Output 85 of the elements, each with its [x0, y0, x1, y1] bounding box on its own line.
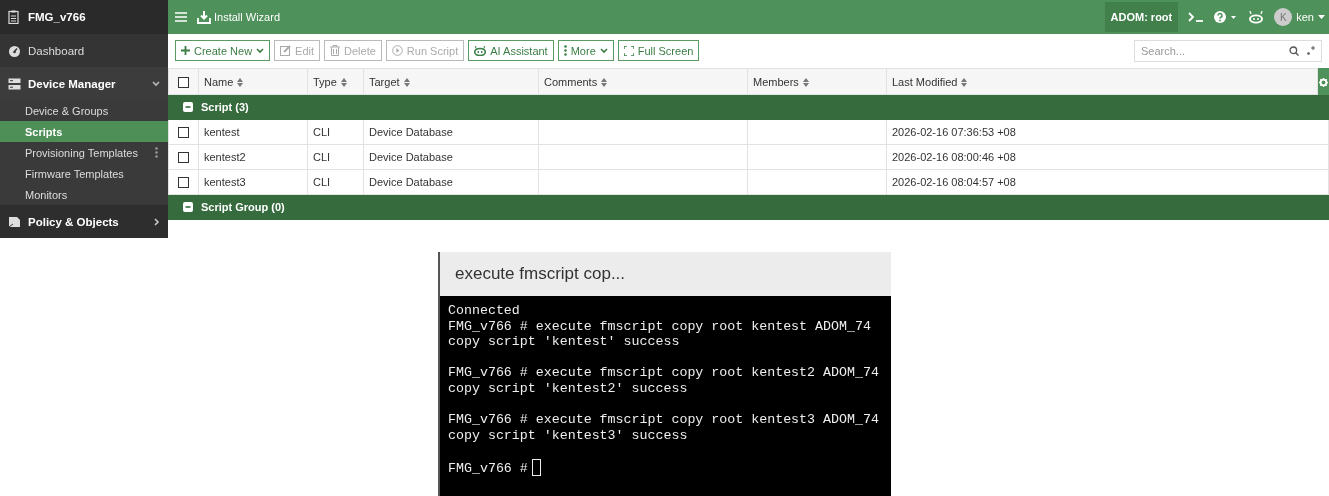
table-cell: Device Database	[369, 151, 453, 163]
nav-subitem[interactable]: Scripts	[0, 121, 168, 142]
sort-icon	[340, 78, 347, 88]
checkbox[interactable]	[178, 127, 189, 139]
table-cell: Device Database	[369, 176, 453, 188]
collapse-icon[interactable]	[183, 101, 193, 112]
column-header[interactable]: Comments	[538, 68, 748, 95]
column-header[interactable]: Members	[747, 68, 887, 95]
nav-label: Dashboard	[28, 44, 85, 57]
terminal-prompt: FMG_v766 #	[448, 460, 528, 476]
terminal-line: FMG_v766 # execute fmscript copy root kentest3 ADOM_74	[448, 412, 880, 428]
nav-subitem[interactable]: Provisioning Templates	[0, 142, 168, 163]
robot-icon	[474, 45, 487, 56]
toolbar-button[interactable]: AI Assistant	[468, 40, 554, 61]
install-wizard-button[interactable]: Install Wizard	[197, 10, 281, 24]
help-icon[interactable]	[1214, 11, 1239, 23]
server-icon	[8, 77, 21, 90]
search-field[interactable]: Search...	[1134, 39, 1322, 62]
document-icon	[8, 215, 21, 228]
terminal-line: FMG_v766 # execute fmscript copy root kentest ADOM_74	[448, 318, 872, 335]
nav-subitem[interactable]: Firmware Templates	[0, 163, 168, 184]
sort-icon	[403, 78, 410, 88]
table-cell: kentest	[204, 126, 240, 138]
download-icon	[197, 10, 211, 24]
sort-icon	[601, 78, 608, 88]
nav-item[interactable]: Device Manager	[0, 67, 168, 100]
terminal-line: copy script 'kentest2' success	[448, 380, 689, 397]
play-circle-icon	[391, 45, 403, 56]
kebab-icon	[155, 147, 158, 158]
avatar: K	[1274, 8, 1293, 26]
menu-icon	[175, 12, 187, 22]
checkbox[interactable]	[178, 152, 189, 164]
sparkle-icon	[1307, 45, 1315, 56]
window-title: execute fmscript cop...	[440, 252, 891, 296]
robot-icon	[1248, 10, 1265, 24]
column-header[interactable]: Last Modified	[886, 68, 1318, 95]
terminal-icon	[1188, 12, 1205, 22]
nav-label: Policy & Objects	[28, 215, 119, 228]
table-cell: kentest2	[204, 151, 246, 163]
checkbox[interactable]	[178, 76, 189, 88]
plus-icon	[181, 46, 190, 55]
user-menu[interactable]: K ken	[1274, 8, 1329, 26]
clipboard-icon	[8, 10, 19, 24]
table-cell: 2026-02-16 07:36:53 +08	[892, 126, 1016, 138]
caret-icon	[1318, 14, 1325, 20]
nav-label: Device Manager	[28, 77, 116, 90]
gear-icon	[1318, 78, 1328, 88]
toolbar-button[interactable]: Full Screen	[617, 40, 700, 61]
caret-icon	[152, 80, 160, 87]
gauge-icon	[8, 44, 21, 57]
table-cell: 2026-02-16 08:04:57 +08	[892, 176, 1016, 188]
checkbox[interactable]	[178, 177, 189, 189]
table-cell: 2026-02-16 08:00:46 +08	[892, 151, 1016, 163]
nav-subitem[interactable]: Device & Groups	[0, 100, 168, 121]
terminal-line: FMG_v766 # execute fmscript copy root kentest2 ADOM_74	[448, 365, 880, 381]
sort-icon	[802, 78, 809, 88]
table-cell: CLI	[313, 126, 331, 138]
search-icon	[1289, 45, 1299, 56]
trash-icon	[330, 45, 341, 56]
table-cell: Device Database	[369, 126, 453, 138]
terminal-line: copy script 'kentest3' success	[448, 427, 689, 444]
expand-icon	[623, 45, 634, 56]
column-header[interactable]: Name	[198, 68, 308, 95]
nav-item[interactable]: Dashboard	[0, 34, 168, 67]
collapse-icon[interactable]	[183, 201, 193, 212]
table-cell: kentest3	[204, 176, 246, 188]
terminal-line: copy script 'kentest' success	[448, 334, 681, 350]
column-header[interactable]: Target	[363, 68, 539, 95]
toolbar-button[interactable]: Create New	[175, 40, 271, 61]
column-header[interactable]: Type	[307, 68, 364, 95]
table-cell: CLI	[313, 176, 331, 188]
adom-selector[interactable]: ADOM: root	[1104, 2, 1179, 32]
kebab-icon	[563, 45, 567, 56]
toolbar-button[interactable]: More	[557, 40, 614, 61]
terminal-line: Connected	[448, 303, 521, 319]
sort-icon	[237, 78, 244, 88]
pencil-icon	[280, 45, 292, 56]
sort-icon	[961, 78, 968, 88]
text-cursor	[531, 458, 541, 476]
group-label: Script (3)	[201, 100, 249, 113]
chevron-icon	[154, 217, 160, 226]
nav-subitem[interactable]: Monitors	[0, 184, 168, 205]
table-cell: CLI	[313, 151, 331, 163]
app-title: FMG_v766	[28, 11, 86, 23]
group-label: Script Group (0)	[201, 200, 285, 213]
